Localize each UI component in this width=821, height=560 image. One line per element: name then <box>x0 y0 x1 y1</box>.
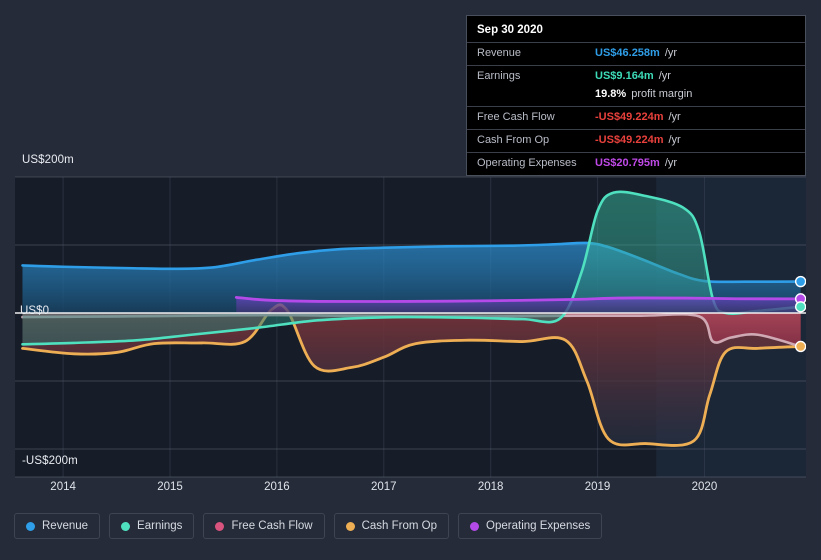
x-axis-tick-2016: 2016 <box>264 481 290 493</box>
endpoint-dot <box>794 275 806 288</box>
x-axis-tick-2015: 2015 <box>157 481 183 493</box>
legend-item-label: Operating Expenses <box>486 520 591 532</box>
tooltip-row-value: 19.8% <box>595 88 627 100</box>
y-axis-label-bottom: -US$200m <box>22 455 78 467</box>
tooltip-row-value: -US$49.224m <box>595 134 664 146</box>
x-axis-tick-2018: 2018 <box>477 481 504 493</box>
tooltip-row: Free Cash Flow -US$49.224m/yr <box>467 106 805 129</box>
legend-color-dot <box>121 521 131 531</box>
endpoint-dot <box>794 340 806 353</box>
endpoint-earnings <box>794 301 806 313</box>
tooltip-row-unit: /yr <box>668 134 681 146</box>
tooltip-row-label: Cash From Op <box>477 134 550 146</box>
tooltip-row: Cash From Op -US$49.224m/yr <box>467 129 805 152</box>
x-axis-tick-2019: 2019 <box>584 481 611 493</box>
tooltip-row-label: Operating Expenses <box>477 157 577 169</box>
financial-chart-page: US$200m US$0 -US$200m 2014 2015 2016 2017 20… <box>0 0 821 560</box>
chart-legend: Revenue Earnings Free Cash Flow Cash From O… <box>14 513 603 539</box>
y-axis-label-zero: US$0 <box>20 305 50 317</box>
legend-item-operating-expenses[interactable]: Operating Expenses <box>458 513 603 539</box>
endpoint-revenue <box>794 275 806 288</box>
legend-color-dot <box>215 521 225 531</box>
tooltip-row-value: -US$49.224m <box>595 111 664 123</box>
legend-color-dot <box>470 521 480 531</box>
y-axis-label-top: US$200m <box>22 154 74 166</box>
tooltip-row: Revenue US$46.258m/yr <box>467 42 805 65</box>
legend-item-cash-from-op[interactable]: Cash From Op <box>333 513 450 539</box>
tooltip-row-value: US$46.258m <box>595 47 660 59</box>
tooltip-date: Sep 30 2020 <box>477 24 543 36</box>
tooltip-row: Operating Expenses US$20.795m/yr <box>467 152 805 175</box>
tooltip-row-unit: /yr <box>664 47 678 59</box>
legend-item-free-cash-flow[interactable]: Free Cash Flow <box>203 513 325 539</box>
tooltip-row-label: Revenue <box>477 47 522 59</box>
tooltip-row-unit: /yr <box>664 157 678 169</box>
legend-color-dot <box>26 521 35 531</box>
tooltip-row-value: US$9.164m <box>595 70 654 82</box>
tooltip-row-unit: /yr <box>658 70 671 82</box>
tooltip-row: 19.8% profit margin <box>467 88 805 106</box>
x-axis-tick-2020: 2020 <box>691 481 718 493</box>
tooltip-rows: Revenue US$46.258m/yr Earnings US$9.164m/yr… <box>467 42 805 175</box>
tooltip-row-unit: /yr <box>668 111 681 123</box>
x-axis-labels: 2014 2015 2016 2017 2018 2019 2020 <box>0 481 821 501</box>
tooltip-row: Earnings US$9.164m/yr <box>467 65 805 88</box>
x-axis-tick-2014: 2014 <box>50 481 76 493</box>
tooltip-row-label: Free Cash Flow <box>477 111 555 123</box>
legend-color-dot <box>345 521 355 531</box>
tooltip-row-value: US$20.795m <box>595 157 660 169</box>
legend-item-label: Free Cash Flow <box>231 520 313 532</box>
tooltip-row-label: Earnings <box>477 70 521 82</box>
x-axis-tick-2017: 2017 <box>370 481 397 493</box>
legend-item-earnings[interactable]: Earnings <box>109 513 195 539</box>
legend-item-label: Earnings <box>137 520 183 532</box>
data-tooltip: Sep 30 2020 Revenue US$46.258m/yr Earnings… <box>466 15 806 176</box>
tooltip-row-unit: profit margin <box>631 88 693 100</box>
legend-item-label: Revenue <box>42 520 89 532</box>
legend-item-label: Cash From Op <box>361 520 438 532</box>
endpoint-dot <box>794 301 806 313</box>
legend-item-revenue[interactable]: Revenue <box>14 513 101 539</box>
endpoint-cash-from-op <box>794 340 806 353</box>
